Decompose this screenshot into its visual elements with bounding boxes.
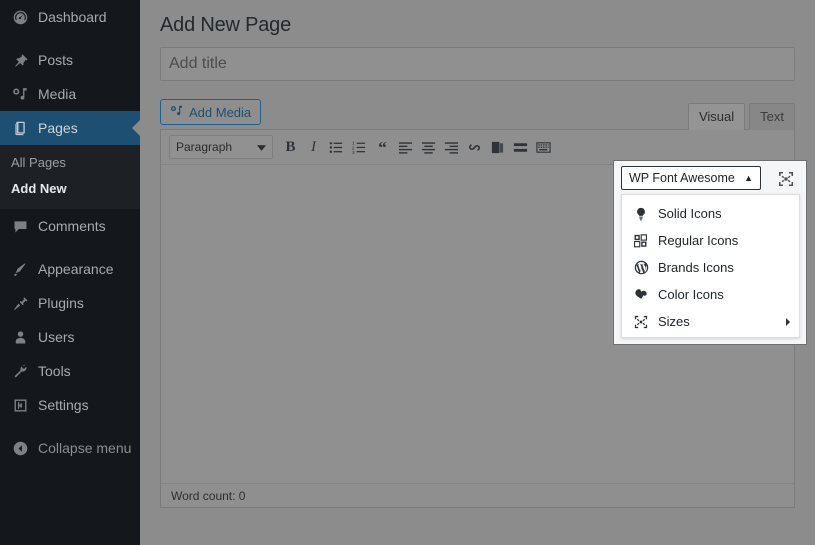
- sidebar-item-label: Posts: [38, 52, 74, 68]
- menu-item-solid-icons[interactable]: Solid Icons: [622, 200, 799, 227]
- plugins-plug-icon: [11, 294, 29, 312]
- pages-icon: [11, 119, 29, 137]
- menu-item-label: Solid Icons: [658, 206, 722, 221]
- media-icon: [11, 85, 29, 103]
- blockquote-icon[interactable]: “: [371, 135, 394, 159]
- media-buttons-bar: Add Media Visual Text: [160, 99, 795, 130]
- sidebar-item-users[interactable]: Users: [0, 320, 140, 354]
- tab-text[interactable]: Text: [749, 103, 795, 130]
- color-blob-icon: [631, 288, 651, 302]
- sidebar-submenu-pages: All Pages Add New: [0, 145, 140, 209]
- sidebar-item-label: Pages: [38, 120, 78, 136]
- tools-wrench-icon: [11, 362, 29, 380]
- editor-statusbar: Word count: 0: [161, 483, 794, 507]
- lightbulb-icon: [631, 207, 651, 221]
- collapse-menu-label: Collapse menu: [38, 440, 132, 456]
- align-left-icon[interactable]: [394, 135, 417, 159]
- wordpress-logo-icon: [631, 260, 651, 275]
- italic-icon[interactable]: I: [302, 135, 325, 159]
- page-break-icon[interactable]: [509, 135, 532, 159]
- word-count-label: Word count: 0: [171, 488, 246, 503]
- menu-item-regular-icons[interactable]: Regular Icons: [622, 227, 799, 254]
- comments-icon: [11, 217, 29, 235]
- chevron-down-icon: [257, 140, 266, 154]
- collapse-arrow-icon: [11, 439, 29, 457]
- menu-item-label: Brands Icons: [658, 260, 734, 275]
- wp-font-awesome-menu-root: WP Font Awesome ▲ Solid Icons Regular Ic…: [613, 160, 807, 345]
- post-title-input[interactable]: [160, 47, 795, 81]
- menu-item-sizes[interactable]: Sizes: [622, 308, 799, 335]
- add-media-button[interactable]: Add Media: [160, 99, 262, 125]
- title-field-wrap: [160, 47, 795, 81]
- numbered-list-icon[interactable]: 123: [348, 135, 371, 159]
- users-icon: [11, 328, 29, 346]
- sidebar-item-label: Tools: [38, 363, 71, 379]
- sidebar-item-add-new[interactable]: Add New: [0, 176, 140, 202]
- menu-item-brands-icons[interactable]: Brands Icons: [622, 254, 799, 281]
- sidebar-item-label: Users: [38, 329, 75, 345]
- sidebar-item-settings[interactable]: Settings: [0, 388, 140, 422]
- sidebar-item-label: Comments: [38, 218, 106, 234]
- pin-icon: [11, 51, 29, 69]
- menu-item-label: Regular Icons: [658, 233, 739, 248]
- tab-visual[interactable]: Visual: [687, 103, 746, 130]
- editor-mode-tabs: Visual Text: [684, 103, 795, 130]
- collapse-menu-button[interactable]: Collapse menu: [0, 431, 140, 465]
- sidebar-item-dashboard[interactable]: Dashboard: [0, 0, 140, 34]
- grid-squares-icon: [631, 233, 651, 248]
- sidebar-item-plugins[interactable]: Plugins: [0, 286, 140, 320]
- fullscreen-icon[interactable]: [776, 169, 796, 189]
- paragraph-format-label: Paragraph: [176, 140, 233, 154]
- chevron-up-icon: ▲: [744, 172, 753, 183]
- sidebar-item-label: Settings: [38, 397, 89, 413]
- sidebar-item-label: Appearance: [38, 261, 114, 277]
- toolbar-toggle-icon[interactable]: [532, 135, 555, 159]
- bold-icon[interactable]: B: [279, 135, 302, 159]
- sidebar-item-all-pages[interactable]: All Pages: [0, 150, 140, 176]
- menu-item-label: Color Icons: [658, 287, 724, 302]
- bulleted-list-icon[interactable]: [325, 135, 348, 159]
- settings-sliders-icon: [11, 396, 29, 414]
- sidebar-item-pages[interactable]: Pages: [0, 111, 148, 145]
- read-more-icon[interactable]: [486, 135, 509, 159]
- menu-item-color-icons[interactable]: Color Icons: [622, 281, 799, 308]
- link-icon[interactable]: [463, 135, 486, 159]
- menu-item-label: Sizes: [658, 314, 690, 329]
- add-media-label: Add Media: [189, 104, 252, 120]
- sidebar-item-media[interactable]: Media: [0, 77, 140, 111]
- chevron-right-icon: [786, 317, 790, 326]
- sidebar-item-tools[interactable]: Tools: [0, 354, 140, 388]
- arrows-expand-icon: [631, 315, 651, 329]
- wp-font-awesome-toggle-button[interactable]: WP Font Awesome ▲: [621, 166, 761, 190]
- sidebar-item-label: Dashboard: [38, 9, 107, 25]
- dashboard-icon: [11, 8, 29, 26]
- align-right-icon[interactable]: [440, 135, 463, 159]
- sidebar-item-label: Plugins: [38, 295, 84, 311]
- admin-sidebar: Dashboard Posts Media Pages All Pages Ad…: [0, 0, 148, 545]
- paragraph-format-select[interactable]: Paragraph: [169, 135, 273, 159]
- wp-font-awesome-toggle-label: WP Font Awesome: [629, 171, 735, 185]
- sidebar-item-label: Media: [38, 86, 77, 102]
- sidebar-item-comments[interactable]: Comments: [0, 209, 140, 243]
- sidebar-item-posts[interactable]: Posts: [0, 43, 140, 77]
- svg-text:3: 3: [352, 150, 355, 155]
- sidebar-item-appearance[interactable]: Appearance: [0, 252, 140, 286]
- wp-font-awesome-dropdown: Solid Icons Regular Icons Brands Icons C…: [621, 194, 800, 338]
- page-title: Add New Page: [160, 14, 292, 36]
- media-icon: [170, 104, 184, 121]
- appearance-brush-icon: [11, 260, 29, 278]
- align-center-icon[interactable]: [417, 135, 440, 159]
